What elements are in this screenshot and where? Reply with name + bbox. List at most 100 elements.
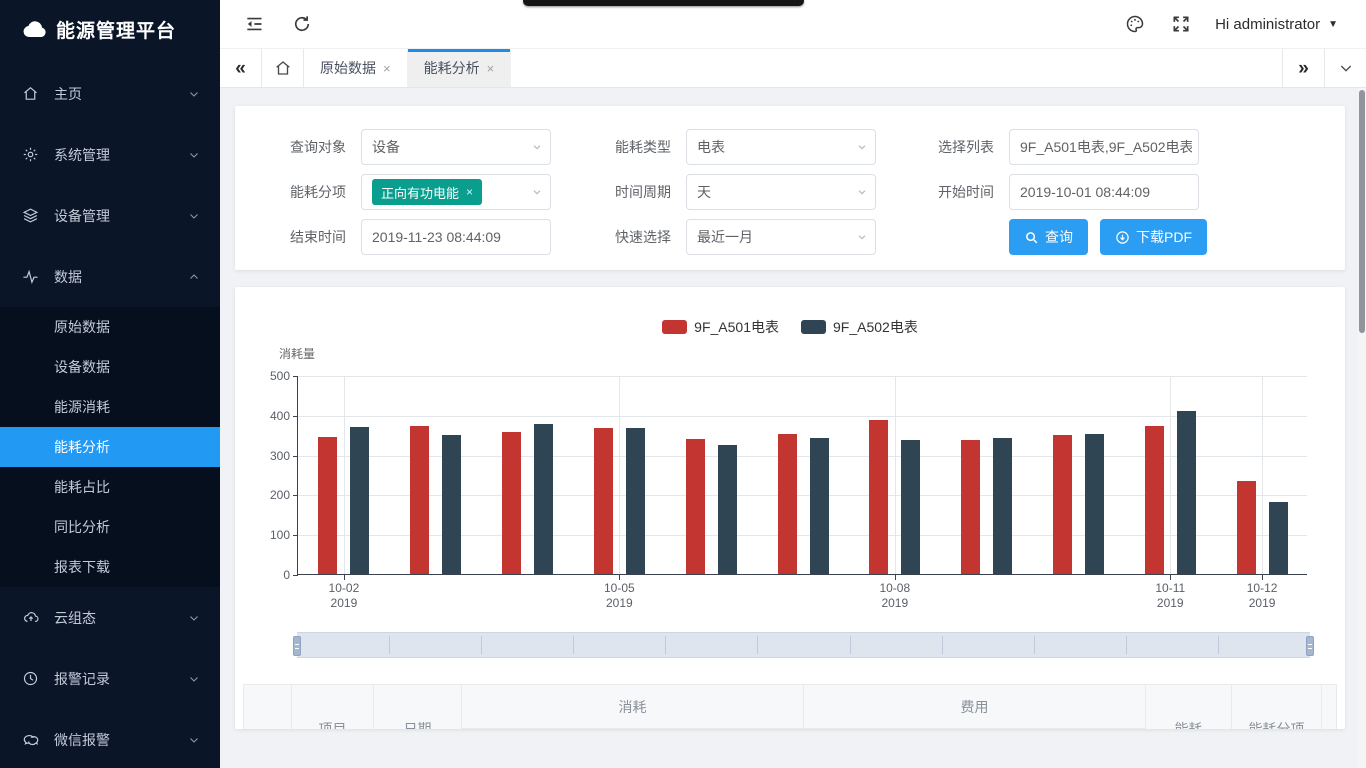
- bar-9F_A502电表-10-09: [993, 438, 1012, 574]
- sidebar-item-cloud-scada[interactable]: 云组态: [0, 587, 220, 648]
- legend-item-9F_A501电表[interactable]: 9F_A501电表: [662, 317, 779, 337]
- tag-remove-icon[interactable]: ×: [466, 185, 473, 199]
- x-gridline: [895, 376, 896, 574]
- user-caret-down-icon: ▼: [1328, 19, 1338, 30]
- time-period-select[interactable]: 天: [686, 174, 876, 210]
- query-button[interactable]: 查询: [1009, 219, 1088, 255]
- filters-panel: 查询对象设备能耗类型电表选择列表9F_A501电表,9F_A502电表能耗分项正…: [235, 106, 1345, 270]
- sidebar-item-system-mgmt[interactable]: 系统管理: [0, 124, 220, 185]
- sidebar-item-label: 云组态: [54, 608, 188, 628]
- datazoom-tick: [665, 636, 666, 654]
- field-label-start-time: 开始时间: [898, 182, 994, 202]
- bar-9F_A501电表-10-11: [1145, 426, 1164, 575]
- table-group-header: 费用: [804, 685, 1145, 729]
- download-pdf-button[interactable]: 下载PDF: [1100, 219, 1207, 255]
- y-tick-label: 200: [250, 488, 290, 502]
- action-buttons: 查询下载PDF: [1009, 219, 1207, 255]
- tab-raw-data[interactable]: 原始数据 ×: [304, 49, 408, 87]
- refresh-icon[interactable]: [292, 14, 312, 34]
- datazoom-right-handle[interactable]: [1306, 636, 1314, 656]
- field-label-energy-type: 能耗类型: [575, 137, 671, 157]
- app-title: 能源管理平台: [56, 16, 176, 43]
- y-gridline: [298, 376, 1307, 377]
- tabs-menu-button[interactable]: [1324, 49, 1366, 87]
- screen: 能源管理平台 主页系统管理设备管理数据原始数据设备数据能源消耗能耗分析能耗占比同…: [0, 0, 1366, 768]
- sidebar-subitem-energy-analysis[interactable]: 能耗分析: [0, 427, 220, 467]
- sidebar-subitem-device-data[interactable]: 设备数据: [0, 347, 220, 387]
- y-tick-mark: [293, 456, 298, 457]
- x-gridline: [344, 376, 345, 574]
- cloud-upload-icon: [22, 609, 40, 627]
- top-header: Hi administrator ▼: [220, 0, 1366, 48]
- scrollbar-thumb[interactable]: [1359, 90, 1365, 333]
- bar-9F_A502电表-10-03: [442, 435, 461, 574]
- sidebar-subitem-energy-consumption[interactable]: 能源消耗: [0, 387, 220, 427]
- x-tick-date: 10-11: [1135, 581, 1205, 596]
- sidebar-subitem-yoy-analysis[interactable]: 同比分析: [0, 507, 220, 547]
- vertical-scrollbar[interactable]: [1358, 88, 1366, 768]
- query-target-select[interactable]: 设备: [361, 129, 551, 165]
- x-tick-label: 10-112019: [1135, 581, 1205, 611]
- field-label-query-target: 查询对象: [250, 137, 346, 157]
- sidebar-item-data[interactable]: 数据: [0, 246, 220, 307]
- tabs-scroll-right-button[interactable]: »: [1282, 49, 1324, 87]
- sidebar-item-device-mgmt[interactable]: 设备管理: [0, 185, 220, 246]
- sidebar-item-home[interactable]: 主页: [0, 63, 220, 124]
- sidebar-item-wechat-alarm[interactable]: 微信报警: [0, 709, 220, 768]
- tag-label: 正向有功电能: [381, 183, 459, 202]
- sidebar-collapse-icon[interactable]: [244, 14, 264, 34]
- field-end-time: 结束时间2019-11-23 08:44:09: [250, 219, 575, 255]
- tab-energy-analysis[interactable]: 能耗分析×: [408, 49, 512, 87]
- table-col-project: 项目: [292, 685, 374, 729]
- tab-label: 原始数据: [320, 58, 376, 78]
- sidebar-subitem-report-download[interactable]: 报表下载: [0, 547, 220, 587]
- x-gridline: [1262, 376, 1263, 574]
- table-header-cell: 日期: [374, 685, 461, 729]
- field-start-time: 开始时间 2019-10-01 08:44:09: [898, 174, 1345, 210]
- user-menu[interactable]: Hi administrator ▼: [1215, 16, 1338, 33]
- sidebar-item-label: 系统管理: [54, 145, 188, 165]
- wechat-icon: [22, 731, 40, 749]
- bar-9F_A502电表-10-11: [1177, 411, 1196, 574]
- field-value: 2019-11-23 08:44:09: [372, 229, 501, 245]
- datazoom-left-handle[interactable]: [293, 636, 301, 656]
- start-time-input[interactable]: 2019-10-01 08:44:09: [1009, 174, 1199, 210]
- select-caret-icon: [532, 142, 542, 152]
- bar-9F_A501电表-10-05: [594, 428, 613, 574]
- tabs-scroll-left-button[interactable]: «: [220, 49, 262, 87]
- chart-panel: 9F_A501电表9F_A502电表 消耗量 01002003004005001…: [235, 287, 1345, 729]
- sidebar-subitem-raw-data[interactable]: 原始数据: [0, 307, 220, 347]
- x-tick-date: 10-08: [860, 581, 930, 596]
- tab-close-icon[interactable]: ×: [487, 61, 495, 76]
- fullscreen-icon[interactable]: [1171, 14, 1191, 34]
- x-tick-date: 10-02: [309, 581, 379, 596]
- datazoom-tick: [1126, 636, 1127, 654]
- y-tick-label: 0: [250, 568, 290, 582]
- table-header-cell: [1322, 685, 1336, 729]
- bar-chart-plot: 010020030040050010-02201910-05201910-082…: [297, 376, 1307, 575]
- end-time-input[interactable]: 2019-11-23 08:44:09: [361, 219, 551, 255]
- sidebar-item-alarm-records[interactable]: 报警记录: [0, 648, 220, 709]
- energy-subitem-select[interactable]: 正向有功电能 ×: [361, 174, 551, 210]
- select-list-input[interactable]: 9F_A501电表,9F_A502电表: [1009, 129, 1199, 165]
- x-tick-label: 10-122019: [1227, 581, 1297, 611]
- sidebar-subitem-energy-ratio[interactable]: 能耗占比: [0, 467, 220, 507]
- sidebar: 能源管理平台 主页系统管理设备管理数据原始数据设备数据能源消耗能耗分析能耗占比同…: [0, 0, 220, 768]
- quick-select-select[interactable]: 最近一月: [686, 219, 876, 255]
- tab-close-icon[interactable]: ×: [383, 61, 391, 76]
- theme-palette-icon[interactable]: [1125, 14, 1145, 34]
- datazoom-tick: [850, 636, 851, 654]
- select-caret-icon: [857, 142, 867, 152]
- energy-type-select[interactable]: 电表: [686, 129, 876, 165]
- datazoom-slider[interactable]: [297, 632, 1310, 658]
- chevron-down-icon: [188, 210, 200, 222]
- home-tab-button[interactable]: [262, 49, 304, 87]
- y-tick-label: 400: [250, 409, 290, 423]
- legend-item-9F_A502电表[interactable]: 9F_A502电表: [801, 317, 918, 337]
- select-caret-icon: [532, 187, 542, 197]
- select-caret-icon: [857, 232, 867, 242]
- chevron-down-icon: [188, 734, 200, 746]
- sidebar-item-label: 微信报警: [54, 730, 188, 750]
- field-quick-select: 快速选择最近一月: [575, 219, 898, 255]
- screen-notch: [523, 0, 804, 6]
